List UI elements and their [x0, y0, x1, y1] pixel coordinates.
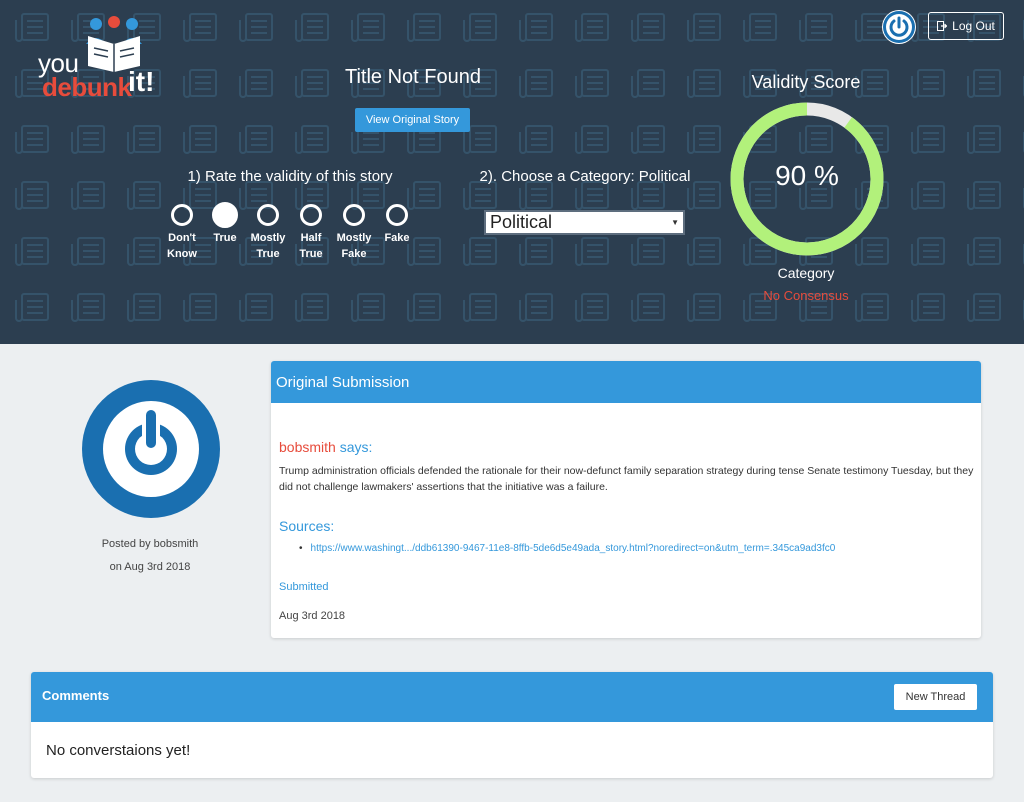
- radio-circle[interactable]: [343, 204, 365, 226]
- submitted-label: Submitted: [279, 581, 329, 593]
- rating-option-dont-know[interactable]: Don't Know: [160, 204, 204, 262]
- submission-body: Trump administration officials defended …: [279, 465, 974, 493]
- submission-panel-header: Original Submission: [271, 361, 981, 403]
- consensus-status: No Consensus: [763, 288, 849, 303]
- rating-option-fake[interactable]: Fake: [375, 204, 419, 246]
- rating-label-line2: Know: [167, 248, 197, 260]
- rating-label-line1: True: [213, 232, 237, 244]
- logout-button[interactable]: Log Out: [928, 12, 1004, 40]
- rating-label-line1: Fake: [384, 232, 410, 244]
- bullet: •: [299, 543, 303, 554]
- comments-header: Comments New Thread: [31, 672, 993, 722]
- radio-circle[interactable]: [171, 204, 193, 226]
- rating-label-line2: True: [299, 248, 323, 260]
- avatar: [82, 380, 220, 518]
- logout-icon: [937, 21, 948, 31]
- validity-score-title: Validity Score: [751, 72, 861, 92]
- logo-word-debunk: debunk: [42, 72, 132, 102]
- validity-score-value: 90 %: [775, 160, 839, 191]
- chevron-down-icon: ▼: [671, 218, 679, 227]
- power-button[interactable]: [882, 10, 916, 44]
- logout-label: Log Out: [952, 19, 995, 33]
- category-title: 2). Choose a Category: Political: [479, 168, 691, 185]
- source-item: • https://www.washingt.../ddb61390-9467-1…: [299, 543, 835, 554]
- radio-circle-checked[interactable]: [212, 202, 238, 228]
- submission-username[interactable]: bobsmith: [279, 439, 336, 455]
- no-conversations-message: No converstaions yet!: [46, 742, 191, 759]
- hero-header: you debunk it! Log Out Title Not Found V…: [0, 0, 1024, 344]
- category-label: Category: [777, 265, 835, 281]
- view-original-story-button[interactable]: View Original Story: [355, 108, 470, 132]
- category-select[interactable]: Political ▼: [484, 210, 685, 235]
- posted-by: Posted by bobsmith: [101, 538, 199, 550]
- submission-says: says:: [339, 439, 373, 455]
- rating-label-line2: Fake: [341, 248, 367, 260]
- comments-panel: Comments New Thread No converstaions yet…: [31, 672, 993, 778]
- original-submission-panel: Original Submission bobsmith says: Trump…: [271, 361, 981, 638]
- sources-title: Sources:: [279, 518, 335, 534]
- source-link[interactable]: https://www.washingt.../ddb61390-9467-11…: [311, 543, 836, 554]
- new-thread-button[interactable]: New Thread: [894, 684, 977, 710]
- rating-option-half-true[interactable]: Half True: [289, 204, 333, 262]
- rating-label-line1: Half: [300, 232, 322, 244]
- radio-circle[interactable]: [300, 204, 322, 226]
- rating-label-line1: Mostly: [250, 232, 286, 244]
- category-selected-value: Political: [490, 212, 553, 232]
- posted-on: on Aug 3rd 2018: [109, 561, 191, 573]
- youdebunkit-logo[interactable]: you debunk it!: [36, 14, 176, 104]
- comments-title: Comments: [42, 688, 110, 703]
- rating-title: 1) Rate the validity of this story: [187, 168, 393, 185]
- submitted-date: Aug 3rd 2018: [279, 610, 346, 622]
- rating-option-true[interactable]: True: [203, 202, 247, 246]
- submission-author-line: bobsmith says:: [279, 439, 372, 455]
- logo-word-it: it!: [128, 66, 155, 97]
- rating-label-line1: Mostly: [336, 232, 372, 244]
- power-icon: [883, 11, 915, 43]
- radio-circle[interactable]: [257, 204, 279, 226]
- story-title: Title Not Found: [345, 66, 481, 88]
- rating-option-mostly-true[interactable]: Mostly True: [246, 204, 290, 262]
- validity-rating-radios: Don't Know True Mostly True Half True Mostl…: [160, 202, 420, 264]
- rating-label-line2: True: [256, 248, 280, 260]
- radio-circle[interactable]: [386, 204, 408, 226]
- rating-option-mostly-fake[interactable]: Mostly Fake: [332, 204, 376, 262]
- rating-label-line1: Don't: [168, 232, 196, 244]
